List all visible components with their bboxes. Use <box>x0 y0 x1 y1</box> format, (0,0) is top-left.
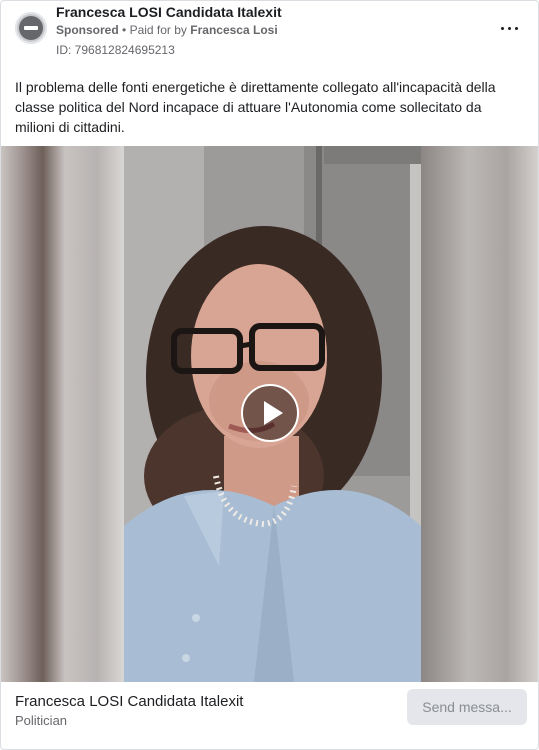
play-button[interactable] <box>241 384 299 442</box>
video-player[interactable] <box>1 146 538 682</box>
no-entry-icon <box>19 16 43 40</box>
footer-category: Politician <box>15 713 68 728</box>
ad-header: Francesca LOSI Candidata Italexit Sponso… <box>1 1 538 65</box>
send-message-button[interactable]: Send messa... <box>407 689 527 725</box>
sponsored-label: Sponsored <box>56 23 119 37</box>
ad-card: Francesca LOSI Candidata Italexit Sponso… <box>0 0 539 750</box>
sponsor-line: Sponsored • Paid for by Francesca Losi <box>56 23 278 37</box>
more-horizontal-icon-dot <box>515 27 518 30</box>
video-blur-left <box>1 146 124 682</box>
ad-body-text: Il problema delle fonti energetiche è di… <box>15 79 496 135</box>
footer-page-name[interactable]: Francesca LOSI Candidata Italexit <box>15 693 243 710</box>
separator: • <box>122 23 127 37</box>
more-horizontal-icon-dot <box>508 27 511 30</box>
avatar[interactable] <box>15 12 47 44</box>
funder-name: Francesca Losi <box>190 23 278 37</box>
more-horizontal-icon <box>501 27 504 30</box>
paid-for-label: Paid for by <box>129 23 187 37</box>
page-name[interactable]: Francesca LOSI Candidata Italexit <box>56 4 282 20</box>
ad-id: ID: 796812824695213 <box>56 43 175 57</box>
play-icon <box>264 401 283 425</box>
more-options-button[interactable] <box>500 18 520 38</box>
video-blur-right <box>421 146 538 682</box>
ad-footer: Francesca LOSI Candidata Italexit Politi… <box>1 682 538 749</box>
